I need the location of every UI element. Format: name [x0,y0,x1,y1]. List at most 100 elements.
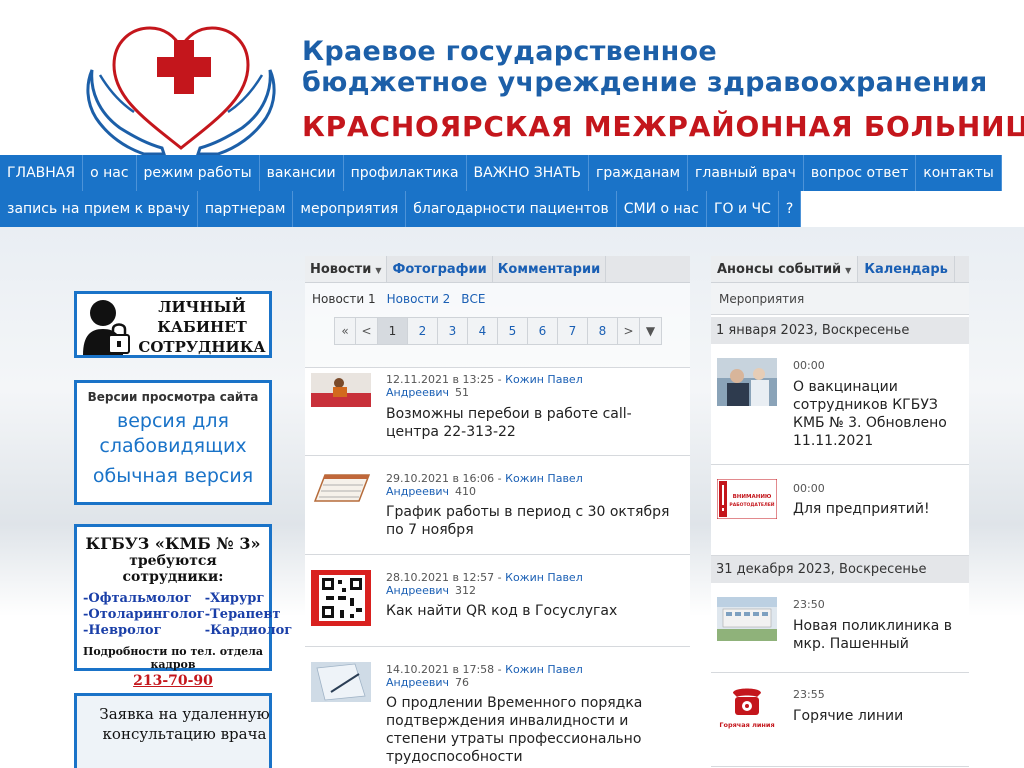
event-title[interactable]: Новая поликлиника в мкр. Пашенный [793,617,958,653]
next-page-button[interactable]: > [618,317,640,345]
page-button[interactable]: 1 [378,317,408,345]
event-time: 00:00 [793,359,825,372]
news-author[interactable]: Кожин Павел [505,472,583,485]
subtab-news1[interactable]: Новости 1 [312,292,376,306]
nav-item-about[interactable]: о нас [83,155,137,191]
normal-version-link[interactable]: обычная версия [77,464,269,489]
event-item[interactable]: ВНИМАНИЮ РАБОТОДАТЕЛЕЙ 00:00 Для предпри… [711,465,969,556]
nav-item-faq[interactable]: вопрос ответ [803,155,917,191]
news-author-2[interactable]: Андреевич [386,386,449,399]
impaired-version-link[interactable]: версия для слабовидящих [77,409,269,459]
news-item[interactable]: 12.11.2021 в 13:25 - Кожин Павел Андреев… [305,367,690,455]
news-item[interactable]: 28.10.2021 в 12:57 - Кожин Павел Андреев… [305,554,690,646]
nav-item-vacancies[interactable]: вакансии [259,155,344,191]
nav-row-2: запись на прием к врачу партнерам меропр… [0,191,802,227]
prev-page-button[interactable]: < [356,317,378,345]
news-title[interactable]: График работы в период с 30 октября по 7… [386,503,676,539]
event-item[interactable]: Горячая линия 23:55 Горячие линии [711,673,969,767]
nav-item-home[interactable]: ГЛАВНАЯ [0,155,84,191]
news-title[interactable]: Возможны перебои в работе call-центра 22… [386,405,676,441]
svg-text:ВНИМАНИЮ: ВНИМАНИЮ [733,494,772,500]
job-item: -Терапевт [204,607,281,622]
employers-notice-thumbnail: ВНИМАНИЮ РАБОТОДАТЕЛЕЙ [717,479,777,519]
nav-item-question[interactable]: ? [778,191,802,227]
more-pages-button[interactable]: ▼ [640,317,662,345]
remote-consult-banner[interactable]: Заявка на удаленную консультацию врача [74,693,272,768]
news-author[interactable]: Кожин Павел [505,663,583,676]
page-button[interactable]: 4 [468,317,498,345]
site-versions-banner: Версии просмотра сайта версия для слабов… [74,380,272,505]
cabinet-line3: СОТРУДНИКА [138,338,266,356]
nav-row-1: ГЛАВНАЯ о нас режим работы вакансии проф… [0,155,1024,191]
job-item: -Невролог [83,623,162,638]
nav-item-gratitude[interactable]: благодарности пациентов [406,191,617,227]
nav-item-chief-doctor[interactable]: главный врач [688,155,804,191]
heart-hands-logo[interactable] [86,20,276,155]
news-date: 28.10.2021 в 12:57 [386,571,495,584]
impaired-line2: слабовидящих [99,435,247,457]
document-thumbnail [311,662,371,702]
hotline-phone-thumbnail: Горячая линия [717,683,777,739]
tab-announcements-label: Анонсы событий [717,262,842,277]
tab-news[interactable]: Новости ▼ [305,256,388,282]
org-title-line1: Краевое государственное [302,36,718,67]
news-author-2[interactable]: Андреевич [386,676,449,689]
page-button[interactable]: 5 [498,317,528,345]
news-author-2[interactable]: Андреевич [386,584,449,597]
page-button[interactable]: 7 [558,317,588,345]
cabinet-line1: ЛИЧНЫЙ [158,298,246,316]
news-subtabs: Новости 1 Новости 2 ВСЕ [305,283,690,315]
nav-item-partners[interactable]: партнерам [197,191,294,227]
events-subtab[interactable]: Мероприятия [711,283,969,315]
nav-item-appointment[interactable]: запись на прием к врачу [0,191,198,227]
news-author[interactable]: Кожин Павел [505,571,583,584]
news-author[interactable]: Кожин Павел [505,373,583,386]
event-time: 00:00 [793,482,825,495]
nav-item-prevention[interactable]: профилактика [343,155,467,191]
jobs-left-col: -Офтальмолог -Отоларинголог -Невролог [83,591,205,639]
jobs-banner[interactable]: КГБУЗ «КМБ № 3» требуются сотрудники: -О… [74,524,292,689]
page-button[interactable]: 8 [588,317,618,345]
main-nav: ГЛАВНАЯ о нас режим работы вакансии проф… [0,155,1024,227]
event-title[interactable]: Для предприятий! [793,500,958,518]
subtab-news2[interactable]: Новости 2 [387,292,451,306]
event-title[interactable]: О вакцинации сотрудников КГБУЗ КМБ № 3. … [793,378,958,450]
staff-cabinet-banner[interactable]: ЛИЧНЫЙ КАБИНЕТ СОТРУДНИКА [74,291,272,358]
jobs-phone[interactable]: 213-70-90 [77,673,269,689]
page-button[interactable]: 3 [438,317,468,345]
news-author-2[interactable]: Андреевич [386,485,449,498]
event-title[interactable]: Горячие линии [793,707,958,725]
tab-comments[interactable]: Комментарии [493,256,607,282]
nav-item-contacts[interactable]: контакты [916,155,1002,191]
nav-item-media[interactable]: СМИ о нас [616,191,707,227]
news-meta: 28.10.2021 в 12:57 - Кожин Павел Андреев… [386,571,583,597]
caret-down-icon: ▼ [375,266,382,275]
nav-item-citizens[interactable]: гражданам [589,155,689,191]
page-button[interactable]: 6 [528,317,558,345]
qr-code-thumbnail [311,570,371,626]
news-title[interactable]: Как найти QR код в Госуслугах [386,602,676,620]
news-title[interactable]: О продлении Временного порядка подтвержд… [386,694,646,766]
event-item[interactable]: 23:50 Новая поликлиника в мкр. Пашенный [711,583,969,673]
event-item[interactable]: 00:00 О вакцинации сотрудников КГБУЗ КМБ… [711,344,969,465]
tab-calendar[interactable]: Календарь [858,256,955,282]
news-item[interactable]: 14.10.2021 в 17:58 - Кожин Павел Андреев… [305,646,690,768]
nav-item-civil-defense[interactable]: ГО и ЧС [706,191,779,227]
news-item[interactable]: 29.10.2021 в 16:06 - Кожин Павел Андреев… [305,455,690,554]
event-date-header: 31 декабря 2023, Воскресенье [711,556,969,583]
nav-item-events[interactable]: мероприятия [293,191,407,227]
news-date: 29.10.2021 в 16:06 [386,472,495,485]
nav-item-schedule[interactable]: режим работы [136,155,260,191]
jobs-list: -Офтальмолог -Отоларинголог -Невролог -Х… [77,585,292,639]
pagination: « < 1 2 3 4 5 6 7 8 > ▼ [334,317,690,345]
jobs-right-col: -Хирург -Терапевт -Кардиолог [205,591,297,639]
cabinet-line2: КАБИНЕТ [157,318,247,336]
versions-caption: Версии просмотра сайта [87,390,259,404]
subtab-all[interactable]: ВСЕ [461,292,485,306]
event-date-header: 1 января 2023, Воскресенье [711,317,969,344]
first-page-button[interactable]: « [334,317,356,345]
nav-item-important[interactable]: ВАЖНО ЗНАТЬ [466,155,590,191]
tab-announcements[interactable]: Анонсы событий ▼ [711,256,859,282]
tab-photos[interactable]: Фотографии [387,256,493,282]
page-button[interactable]: 2 [408,317,438,345]
